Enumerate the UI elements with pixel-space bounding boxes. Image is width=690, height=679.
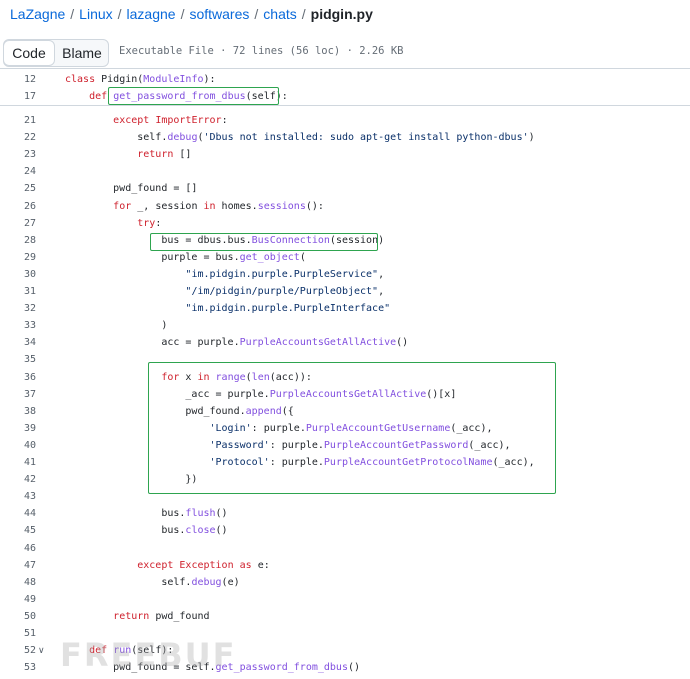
breadcrumb-separator: /	[117, 6, 122, 22]
source-line-number[interactable]: 25	[0, 180, 36, 197]
breadcrumb-separator: /	[70, 6, 75, 22]
source-code-line: try:	[137, 217, 162, 229]
source-line-number[interactable]: 43	[0, 488, 36, 505]
source-line-number[interactable]: 22	[0, 129, 36, 146]
breadcrumb: LaZagne / Linux / lazagne / softwares / chats / pi…	[10, 5, 373, 23]
source-line-number[interactable]: 48	[0, 574, 36, 591]
source-line-number[interactable]: 46	[0, 540, 36, 557]
source-code-line: "im.pidgin.purple.PurpleInterface"	[185, 303, 391, 315]
source-code-line: except ImportError:	[113, 115, 228, 126]
source-code-line: "/im/pidgin/purple/PurpleObject",	[185, 286, 385, 297]
sticky-line-number[interactable]: 17	[0, 88, 36, 105]
source-code-line: bus.close()	[65, 525, 228, 537]
source-line-number[interactable]: 37	[0, 386, 36, 403]
source-code-line: for _, session in homes.sessions():	[113, 200, 324, 212]
source-code-line: self.debug(e)	[65, 576, 240, 588]
breadcrumb-item-1[interactable]: Linux	[79, 6, 112, 22]
source-line-number[interactable]: 42	[0, 471, 36, 488]
sticky-scroll-header: 12 class Pidgin(ModuleInfo): 17 def get_pa…	[0, 72, 690, 106]
breadcrumb-separator: /	[254, 6, 259, 22]
breadcrumb-item-2[interactable]: lazagne	[127, 6, 176, 22]
source-line-number[interactable]: 44	[0, 505, 36, 522]
source-line-number[interactable]: 40	[0, 437, 36, 454]
source-line-number[interactable]: 34	[0, 334, 36, 351]
source-code-line: except Exception as e:	[137, 559, 270, 571]
breadcrumb-current-file: pidgin.py	[310, 6, 373, 22]
source-code-line: return pwd_found	[113, 610, 210, 622]
file-meta: Executable File · 72 lines (56 loc) · 2.…	[119, 45, 404, 57]
source-line-number[interactable]: 31	[0, 283, 36, 300]
source-line-number[interactable]: 29	[0, 249, 36, 266]
source-line-number[interactable]: 49	[0, 591, 36, 608]
source-line-number[interactable]: 39	[0, 420, 36, 437]
watermark-logo: FREEBUF	[60, 636, 237, 674]
source-code-line: purple = bus.get_object(	[65, 251, 306, 263]
source-code-line: "im.pidgin.purple.PurpleService",	[185, 268, 385, 280]
source-code-line: return []	[137, 149, 192, 161]
source-line-number[interactable]: 33	[0, 317, 36, 334]
source-line-number[interactable]: 51	[0, 625, 36, 642]
breadcrumb-item-3[interactable]: softwares	[189, 6, 249, 22]
source-line-number[interactable]: 35	[0, 351, 36, 368]
source-code-line: bus.flush()	[65, 508, 228, 520]
source-line-number[interactable]: 27	[0, 215, 36, 232]
breadcrumb-item-4[interactable]: chats	[263, 6, 296, 22]
source-code-line: acc = purple.PurpleAccountsGetAllActive(…	[65, 337, 409, 349]
function-def-highlight	[108, 87, 279, 105]
code-view-button[interactable]: Code	[3, 40, 55, 66]
breadcrumb-separator: /	[301, 6, 306, 22]
source-line-number[interactable]: 52	[0, 642, 36, 659]
bus-connection-highlight	[150, 233, 378, 251]
source-line-number[interactable]: 36	[0, 369, 36, 386]
source-line-number[interactable]: 32	[0, 300, 36, 317]
source-line-number[interactable]: 38	[0, 403, 36, 420]
fold-chevron-icon[interactable]: ∨	[38, 642, 48, 659]
source-line-number[interactable]: 47	[0, 557, 36, 574]
source-line-number[interactable]: 24	[0, 163, 36, 180]
sticky-line-number[interactable]: 12	[0, 71, 36, 88]
source-line-number[interactable]: 28	[0, 232, 36, 249]
breadcrumb-item-0[interactable]: LaZagne	[10, 6, 65, 22]
account-loop-highlight	[148, 362, 556, 494]
source-line-number[interactable]: 30	[0, 266, 36, 283]
source-line-number[interactable]: 23	[0, 146, 36, 163]
source-code-line: pwd_found = []	[65, 183, 198, 195]
source-line-number[interactable]: 26	[0, 198, 36, 215]
breadcrumb-separator: /	[180, 6, 185, 22]
source-code-line: self.debug('Dbus not installed: sudo apt…	[65, 132, 535, 144]
source-line-number[interactable]: 53	[0, 659, 36, 676]
file-toolbar: Code Blame Executable File · 72 lines (5…	[0, 36, 690, 69]
source-code-line: )	[65, 320, 168, 332]
blame-view-button[interactable]: Blame	[56, 40, 108, 66]
sticky-code-line: class Pidgin(ModuleInfo):	[65, 74, 216, 85]
source-line-number[interactable]: 41	[0, 454, 36, 471]
view-toggle: Code Blame	[3, 39, 109, 67]
source-line-number[interactable]: 45	[0, 522, 36, 539]
source-line-number[interactable]: 21	[0, 112, 36, 129]
source-line-number[interactable]: 50	[0, 608, 36, 625]
